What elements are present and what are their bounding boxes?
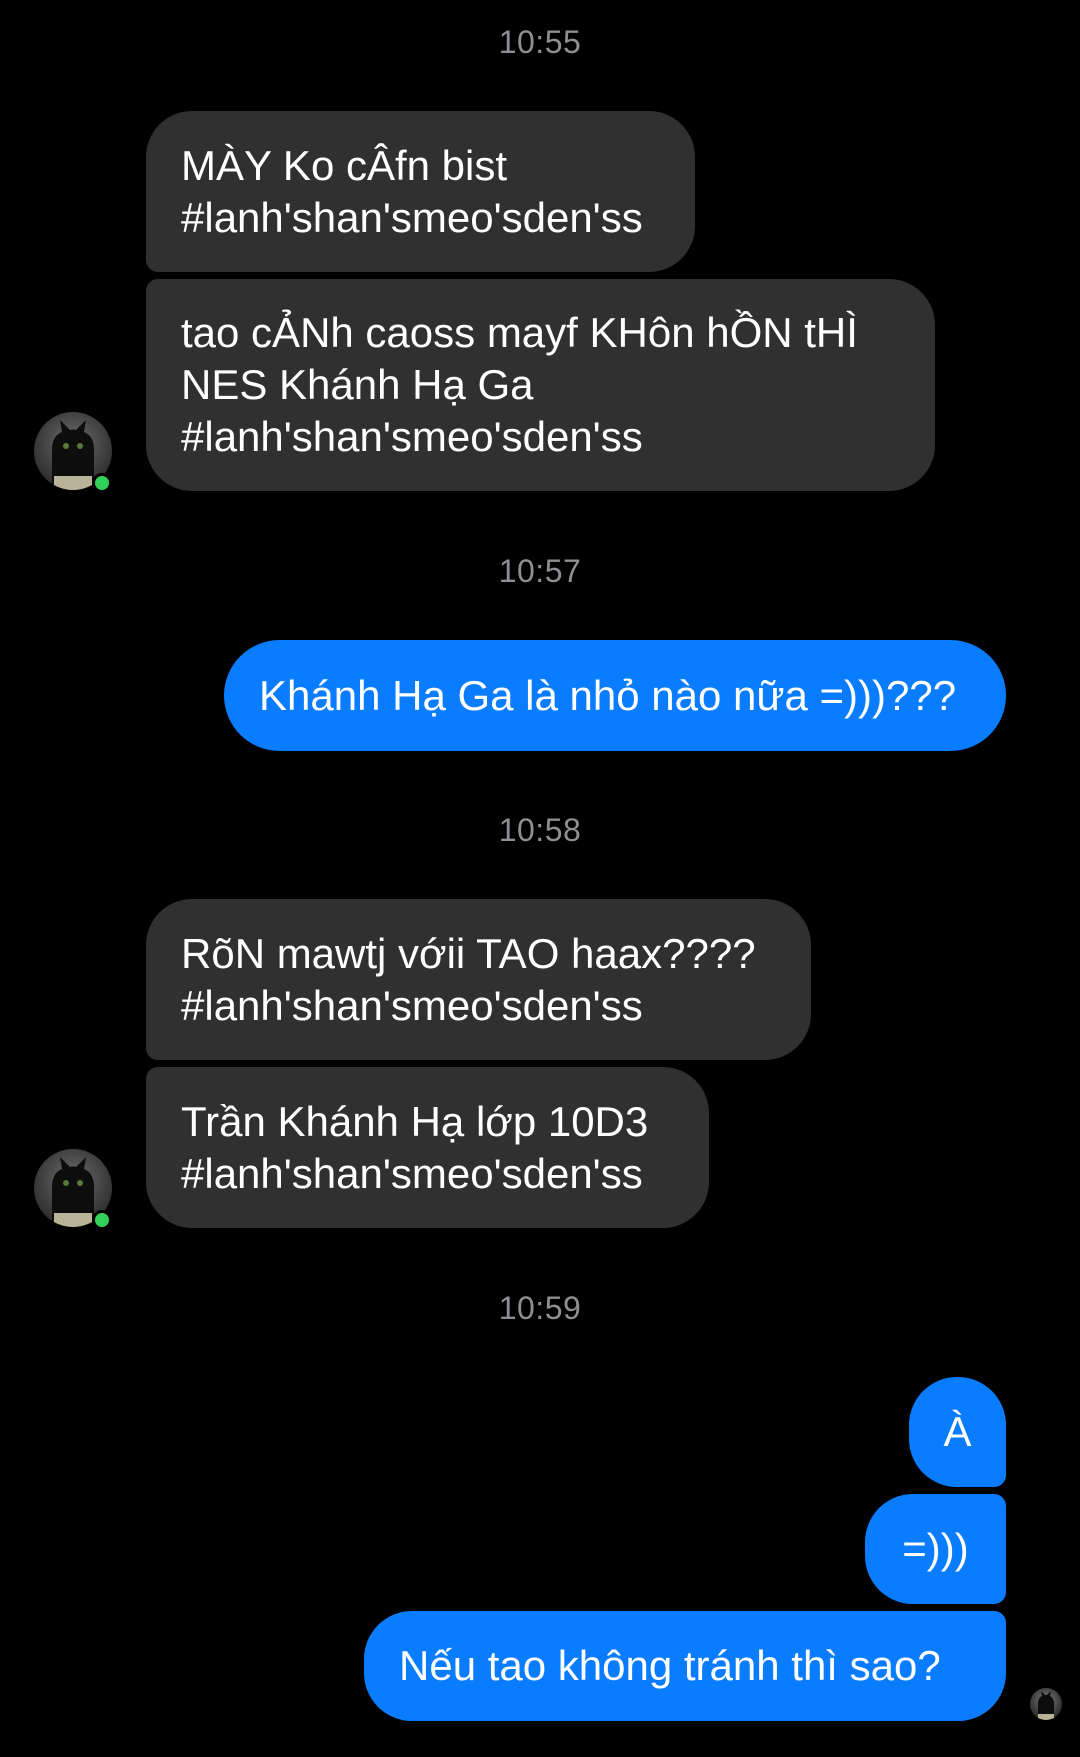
outgoing-message-bubble[interactable]: =))) [865,1494,1006,1604]
incoming-message-bubble[interactable]: Trần Khánh Hạ lớp 10D3 #lanh'shan'smeo's… [146,1067,709,1228]
incoming-message-bubble[interactable]: tao cẢNh caoss mayf KHôn hỒN tHÌ NES Khá… [146,279,935,491]
online-indicator-icon [92,473,112,493]
black-cat-avatar-icon [1038,1691,1054,1720]
outgoing-message-bubble[interactable]: À [909,1377,1006,1487]
outgoing-message-bubble[interactable]: Nếu tao không tránh thì sao? [364,1611,1006,1721]
incoming-message-bubble[interactable]: MÀY Ko cÂfn bist #lanh'shan'smeo'sden'ss [146,111,695,272]
timestamp: 10:59 [498,1290,582,1326]
incoming-message-bubble[interactable]: RõN mawtj vớii TAO haax???? #lanh'shan's… [146,899,811,1060]
timestamp: 10:55 [498,24,582,60]
timestamp: 10:58 [498,812,582,848]
timestamp: 10:57 [498,553,582,589]
read-receipt-avatar [1030,1688,1062,1720]
online-indicator-icon [92,1210,112,1230]
outgoing-message-bubble[interactable]: Khánh Hạ Ga là nhỏ nào nữa =)))??? [224,640,1006,751]
